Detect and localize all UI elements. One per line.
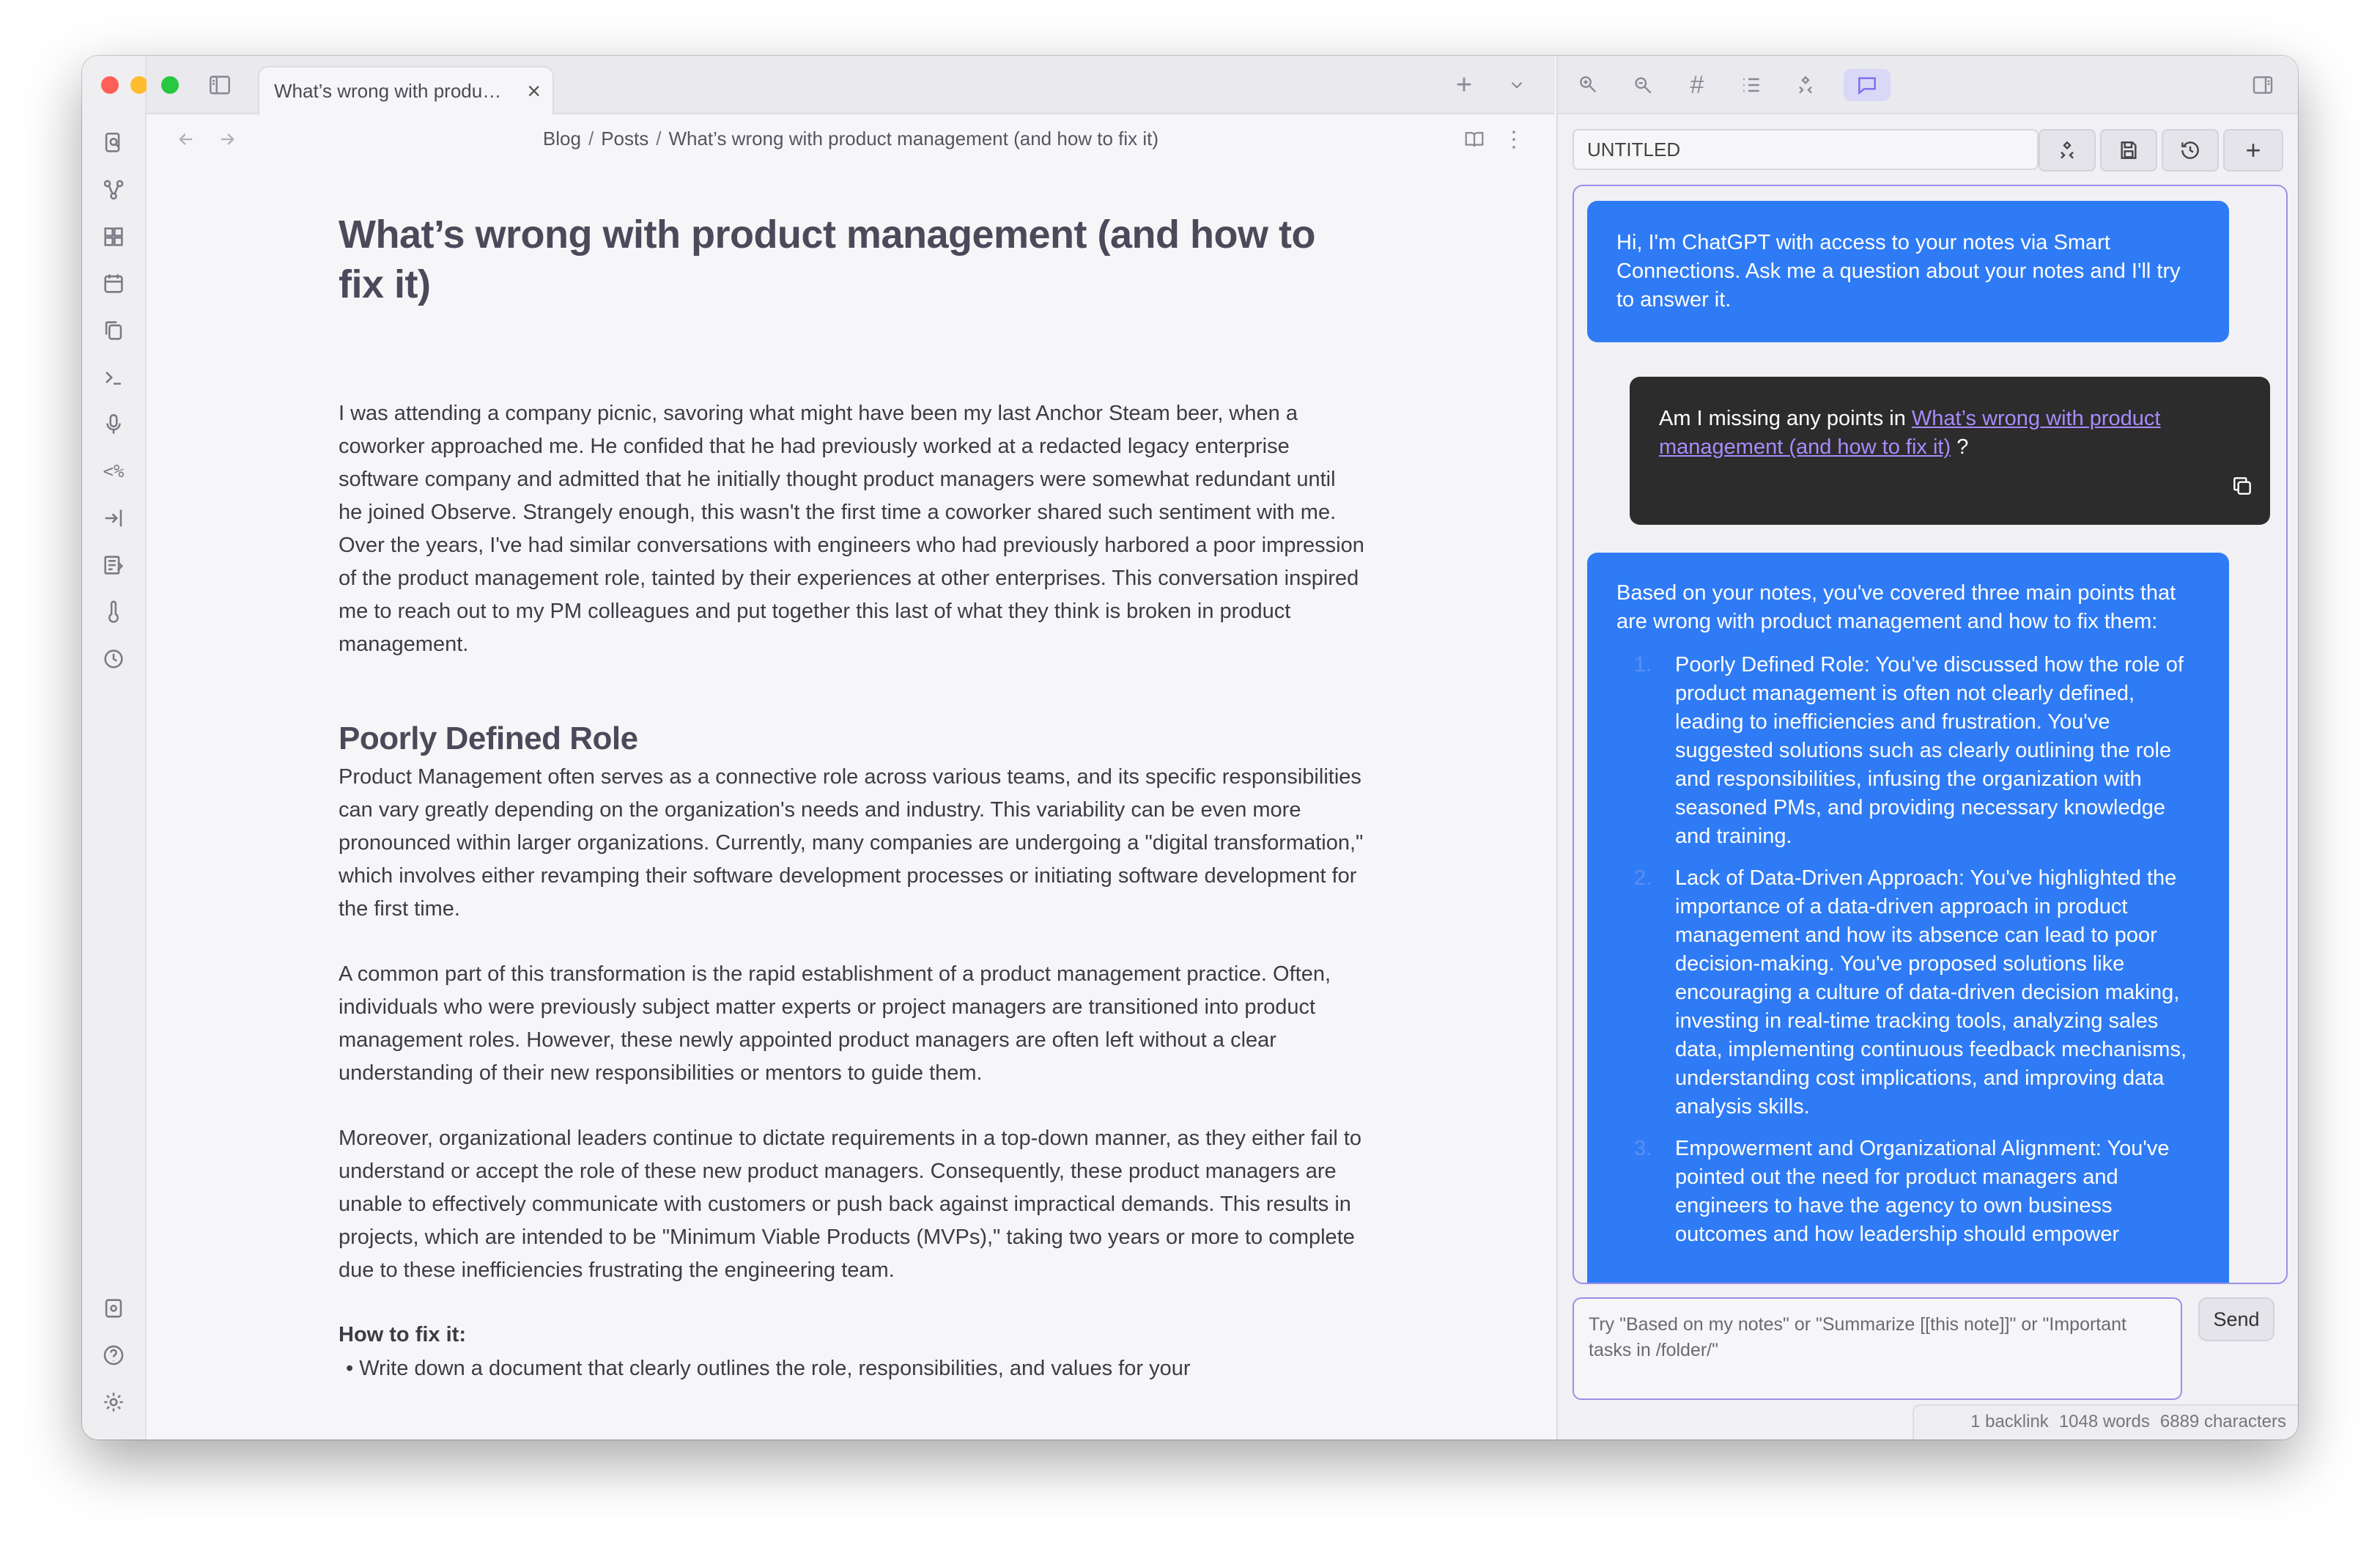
tab-active-note[interactable]: What’s wrong with produ… ×: [258, 66, 554, 114]
assistant-answer: Based on your notes, you've covered thre…: [1587, 553, 2229, 1283]
status-bar: 1 backlink 1048 words 6889 characters: [1912, 1404, 2298, 1440]
conversation-name-field[interactable]: UNTITLED: [1572, 129, 2039, 170]
calendar-icon[interactable]: [100, 270, 128, 298]
chat-thread: Hi, I'm ChatGPT with access to your note…: [1572, 185, 2288, 1284]
minimize-window-button[interactable]: [130, 76, 148, 94]
answer-intro: Based on your notes, you've covered thre…: [1616, 581, 2176, 633]
terminal-icon[interactable]: [100, 364, 128, 391]
help-icon[interactable]: [100, 1341, 128, 1369]
history-icon[interactable]: [2162, 129, 2219, 172]
smart-connections-icon[interactable]: [1572, 69, 1605, 101]
character-count: 6889 characters: [2159, 1412, 2286, 1431]
right-sidebar-toggle-icon[interactable]: [2247, 69, 2279, 101]
word-count: 1048 words: [2058, 1412, 2150, 1431]
editor-pane: What’s wrong with produ… × + Blog / Posts /…: [147, 56, 1555, 1440]
smart-connections-pane: # UNTITLED + Hi, I'm ChatGPT with access…: [1556, 56, 2298, 1440]
history-icon[interactable]: [100, 645, 128, 673]
microphone-icon[interactable]: [100, 410, 128, 438]
breadcrumb: Blog / Posts / What’s wrong with product man…: [542, 128, 1159, 150]
nav-bar: Blog / Posts / What’s wrong with product man…: [147, 114, 1555, 166]
paragraph-2: A common part of this transformation is …: [339, 962, 1331, 1085]
graph-icon[interactable]: [100, 176, 128, 204]
new-chat-icon[interactable]: +: [2223, 129, 2283, 172]
dashboard-icon[interactable]: [100, 223, 128, 251]
new-tab-icon[interactable]: +: [1451, 70, 1477, 100]
list-item: 1. Poorly Defined Role: You've discussed …: [1634, 653, 2184, 848]
breadcrumb-blog[interactable]: Blog: [543, 128, 581, 150]
settings-icon[interactable]: [100, 1388, 128, 1416]
left-ribbon: <%: [82, 56, 148, 1440]
vault-icon[interactable]: [100, 1294, 128, 1322]
chat-icon[interactable]: [1844, 69, 1891, 101]
paragraph-3: Moreover, organizational leaders continu…: [339, 1127, 1362, 1282]
tags-icon[interactable]: #: [1681, 69, 1713, 101]
save-icon[interactable]: [2100, 129, 2157, 172]
import-icon[interactable]: [100, 504, 128, 532]
list-item: 3. Empowerment and Organizational Alignme…: [1634, 1137, 2170, 1246]
user-message: Am I missing any points in What’s wrong …: [1630, 377, 2270, 525]
graph-icon[interactable]: [1789, 69, 1822, 101]
fix-label: How to fix it:: [339, 1323, 466, 1346]
note-content: What’s wrong with product management (an…: [339, 210, 1364, 1384]
send-button[interactable]: Send: [2198, 1297, 2274, 1341]
note-title: What’s wrong with product management (an…: [339, 213, 1315, 306]
breadcrumb-posts[interactable]: Posts: [601, 128, 648, 150]
bullet-item: • Write down a document that clearly out…: [346, 1357, 1191, 1380]
backlink-count[interactable]: 1 backlink: [1970, 1412, 2049, 1431]
zoom-window-button[interactable]: [161, 76, 179, 94]
assistant-greeting: Hi, I'm ChatGPT with access to your note…: [1587, 201, 2229, 342]
copy-message-icon[interactable]: [2231, 474, 2254, 506]
app-window: <% What’s wrong with produ… × + Blog / P…: [82, 56, 2298, 1440]
close-window-button[interactable]: [101, 76, 119, 94]
search-icon[interactable]: [100, 129, 128, 157]
list-item: 2. Lack of Data-Driven Approach: You've h…: [1634, 866, 2187, 1118]
chevron-down-icon[interactable]: [1504, 72, 1530, 98]
answer-points: 1. Poorly Defined Role: You've discussed …: [1616, 651, 2200, 1249]
smart-chat-icon[interactable]: [1627, 69, 1659, 101]
reading-view-icon[interactable]: [1461, 126, 1488, 152]
paragraph-1: Product Management often serves as a con…: [339, 765, 1364, 921]
more-options-icon[interactable]: ⋮: [1501, 126, 1527, 152]
tab-bar: What’s wrong with produ… × +: [147, 56, 1555, 114]
template-icon[interactable]: <%: [100, 457, 128, 485]
notes-icon[interactable]: [100, 551, 128, 579]
tab-title: What’s wrong with produ…: [274, 80, 502, 102]
tab-close-icon[interactable]: ×: [527, 78, 541, 105]
thermometer-icon[interactable]: [100, 598, 128, 626]
chat-input[interactable]: Try "Based on my notes" or "Summarize [[…: [1572, 1297, 2182, 1400]
breadcrumb-note: What’s wrong with product management (an…: [668, 128, 1159, 150]
copy-icon[interactable]: [100, 317, 128, 344]
intro-paragraph: I was attending a company picnic, savori…: [339, 402, 1364, 656]
right-tab-bar: #: [1558, 56, 2298, 114]
chat-history-tree-icon[interactable]: [2039, 129, 2096, 172]
list-icon[interactable]: [1735, 69, 1767, 101]
sidebar-toggle-icon[interactable]: [205, 70, 234, 100]
section-heading: Poorly Defined Role: [339, 720, 638, 756]
